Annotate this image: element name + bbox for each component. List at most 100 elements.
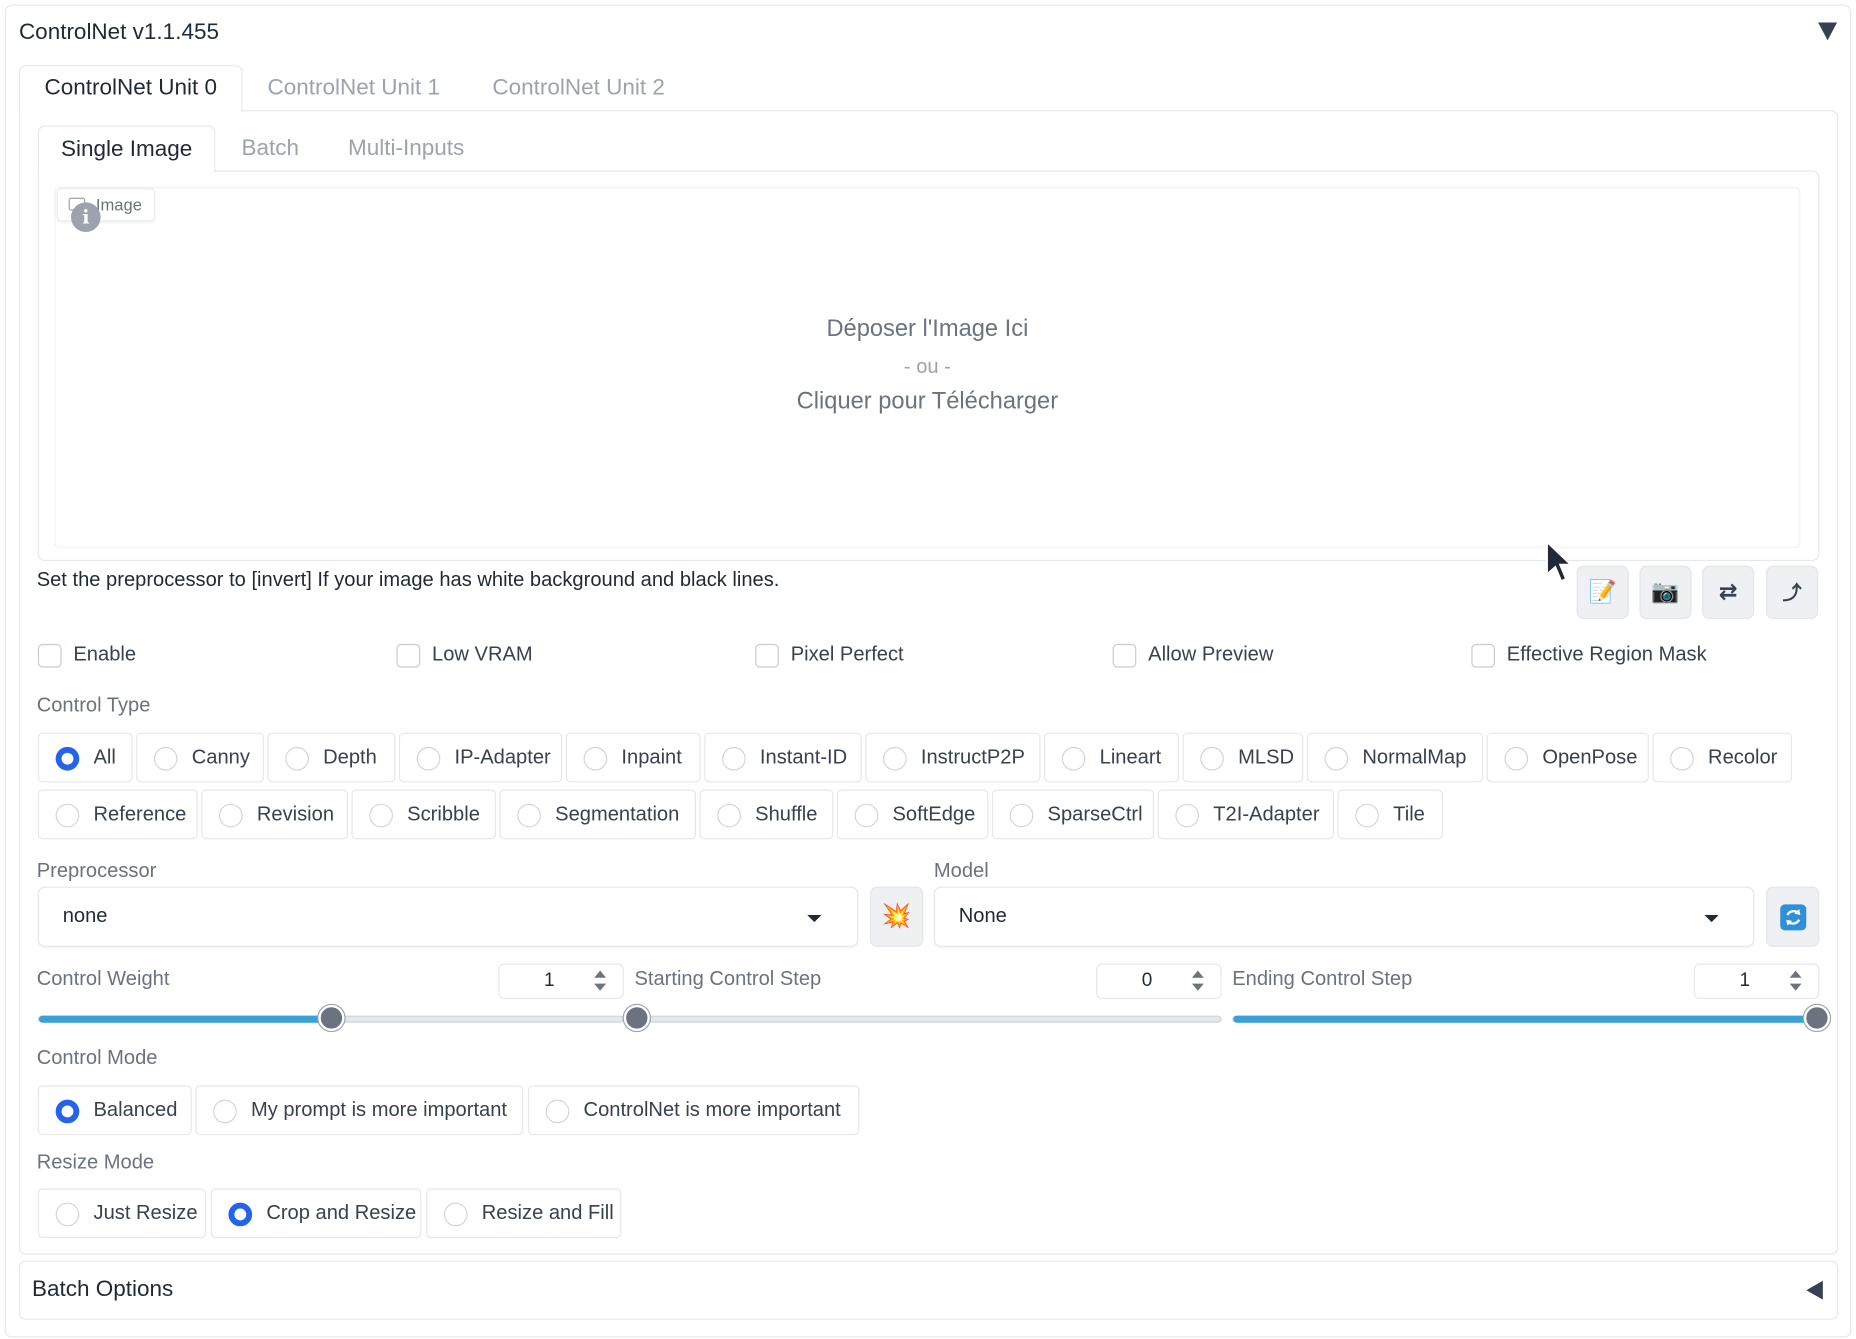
control-type-option-mlsd[interactable]: MLSD <box>1182 732 1304 783</box>
radio-label: IP-Adapter <box>454 745 551 769</box>
control-type-option-instructp2p[interactable]: InstructP2P <box>865 732 1041 783</box>
control-type-option-openpose[interactable]: OpenPose <box>1486 732 1649 783</box>
effective-region-mask-checkbox[interactable] <box>1471 643 1495 668</box>
radio-label: MLSD <box>1238 745 1295 769</box>
control-type-option-instant-id[interactable]: Instant-ID <box>704 732 862 783</box>
chevron-down-icon <box>807 914 822 923</box>
starting-control-step-value: 0 <box>1141 970 1153 991</box>
tab-controlnet-unit-1[interactable]: ControlNet Unit 1 <box>268 76 441 102</box>
refresh-icon <box>1779 903 1806 931</box>
control-type-option-inpaint[interactable]: Inpaint <box>565 732 701 783</box>
collapse-triangle-icon[interactable] <box>1818 22 1838 41</box>
control-type-option-all[interactable]: All <box>37 732 133 783</box>
control-type-option-lineart[interactable]: Lineart <box>1043 732 1179 783</box>
drop-or-separator: - ou - <box>903 355 951 378</box>
radio-indicator <box>545 1099 570 1124</box>
batch-options-accordion[interactable]: Batch Options <box>18 1260 1839 1320</box>
edit-image-button[interactable]: 📝 <box>1576 565 1629 620</box>
radio-label: Inpaint <box>621 745 682 769</box>
low-vram-checkbox[interactable] <box>396 643 421 668</box>
resize-mode-option-just-resize[interactable]: Just Resize <box>37 1188 206 1239</box>
control-type-option-segmentation[interactable]: Segmentation <box>499 789 696 840</box>
slider-thumb[interactable] <box>317 1004 344 1031</box>
model-dropdown[interactable]: None <box>933 886 1755 947</box>
starting-control-step-input[interactable]: 0 <box>1096 963 1222 1000</box>
control-type-option-recolor[interactable]: Recolor <box>1652 732 1793 783</box>
ending-control-step-input[interactable]: 1 <box>1693 963 1820 1000</box>
run-preprocessor-button[interactable]: 💥 <box>869 886 924 947</box>
refresh-models-button[interactable] <box>1766 886 1820 947</box>
control-weight-input[interactable]: 1 <box>498 963 624 1000</box>
resize-mode-option-resize-and-fill[interactable]: Resize and Fill <box>426 1188 622 1239</box>
starting-control-step-slider[interactable] <box>623 1004 1222 1031</box>
control-type-option-scribble[interactable]: Scribble <box>351 789 496 840</box>
stepper-arrows-icon[interactable] <box>1789 969 1804 993</box>
expand-triangle-icon <box>1806 1280 1823 1300</box>
resize-mode-label: Resize Mode <box>36 1150 155 1174</box>
preprocessor-label: Preprocessor <box>36 859 157 882</box>
control-mode-option-controlnet-more-important[interactable]: ControlNet is more important <box>527 1085 860 1136</box>
ending-control-step-label: Ending Control Step <box>1232 967 1413 990</box>
tab-multi-inputs[interactable]: Multi-Inputs <box>348 136 464 162</box>
tab-controlnet-unit-2[interactable]: ControlNet Unit 2 <box>492 76 665 102</box>
radio-label: Crop and Resize <box>266 1201 417 1224</box>
control-type-option-sparsectrl[interactable]: SparseCtrl <box>991 789 1155 840</box>
control-type-option-shuffle[interactable]: Shuffle <box>699 789 834 840</box>
radio-indicator <box>1355 803 1379 828</box>
tab-controlnet-unit-0[interactable]: ControlNet Unit 0 <box>18 65 243 113</box>
control-type-option-normalmap[interactable]: NormalMap <box>1306 732 1484 783</box>
radio-indicator <box>153 746 178 771</box>
pixel-perfect-label: Pixel Perfect <box>790 642 904 666</box>
stepper-arrows-icon[interactable] <box>1191 969 1206 993</box>
control-mode-option-prompt-more-important[interactable]: My prompt is more important <box>195 1085 524 1136</box>
mirror-webcam-button[interactable]: ⇄ <box>1702 565 1755 620</box>
slider-thumb[interactable] <box>1803 1004 1830 1031</box>
resize-mode-option-crop-and-resize[interactable]: Crop and Resize <box>210 1188 422 1239</box>
control-type-option-ip-adapter[interactable]: IP-Adapter <box>398 732 563 783</box>
control-type-option-softedge[interactable]: SoftEdge <box>836 789 989 840</box>
low-vram-label: Low VRAM <box>432 642 533 666</box>
radio-indicator <box>517 803 541 828</box>
stepper-arrows-icon[interactable] <box>594 969 608 993</box>
control-type-option-tile[interactable]: Tile <box>1337 789 1443 840</box>
control-type-option-depth[interactable]: Depth <box>267 732 396 783</box>
control-type-option-reference[interactable]: Reference <box>37 789 198 840</box>
radio-indicator <box>228 1202 253 1227</box>
info-icon[interactable]: i <box>71 202 101 232</box>
batch-options-title: Batch Options <box>31 1277 174 1303</box>
radio-label: SoftEdge <box>892 802 976 826</box>
slider-fill <box>39 1015 331 1023</box>
tab-batch[interactable]: Batch <box>241 136 299 162</box>
radio-label: Resize and Fill <box>481 1201 614 1224</box>
enable-checkbox[interactable] <box>37 643 62 668</box>
webcam-button[interactable]: 📷 <box>1639 565 1692 620</box>
control-weight-value: 1 <box>543 970 555 991</box>
control-type-option-t2i-adapter[interactable]: T2I-Adapter <box>1157 789 1334 840</box>
ending-control-step-value: 1 <box>1739 970 1751 991</box>
allow-preview-checkbox[interactable] <box>1112 643 1137 668</box>
radio-label: Tile <box>1393 802 1425 826</box>
preprocessor-dropdown[interactable]: none <box>37 886 859 947</box>
allow-preview-label: Allow Preview <box>1148 642 1274 666</box>
radio-label: My prompt is more important <box>250 1098 508 1121</box>
chevron-down-icon <box>1704 914 1719 923</box>
control-type-option-canny[interactable]: Canny <box>136 732 264 783</box>
control-mode-option-balanced[interactable]: Balanced <box>37 1085 192 1136</box>
send-dimensions-button[interactable]: ⤴ <box>1766 565 1819 620</box>
control-type-option-revision[interactable]: Revision <box>201 789 348 840</box>
radio-indicator <box>722 746 746 771</box>
control-weight-slider[interactable] <box>37 1004 624 1031</box>
pixel-perfect-checkbox[interactable] <box>755 643 779 668</box>
slider-thumb[interactable] <box>623 1004 650 1031</box>
starting-control-step-label: Starting Control Step <box>634 967 822 990</box>
radio-indicator <box>1175 803 1200 828</box>
control-weight-label: Control Weight <box>36 967 170 990</box>
radio-label: T2I-Adapter <box>1213 802 1320 826</box>
tab-single-image[interactable]: Single Image <box>37 125 216 173</box>
radio-label: Shuffle <box>755 802 818 826</box>
radio-indicator <box>1324 746 1349 771</box>
effective-region-mask-label: Effective Region Mask <box>1506 642 1707 666</box>
control-type-label: Control Type <box>36 693 151 717</box>
ending-control-step-slider[interactable] <box>1232 1004 1830 1031</box>
radio-label: Instant-ID <box>759 745 848 769</box>
